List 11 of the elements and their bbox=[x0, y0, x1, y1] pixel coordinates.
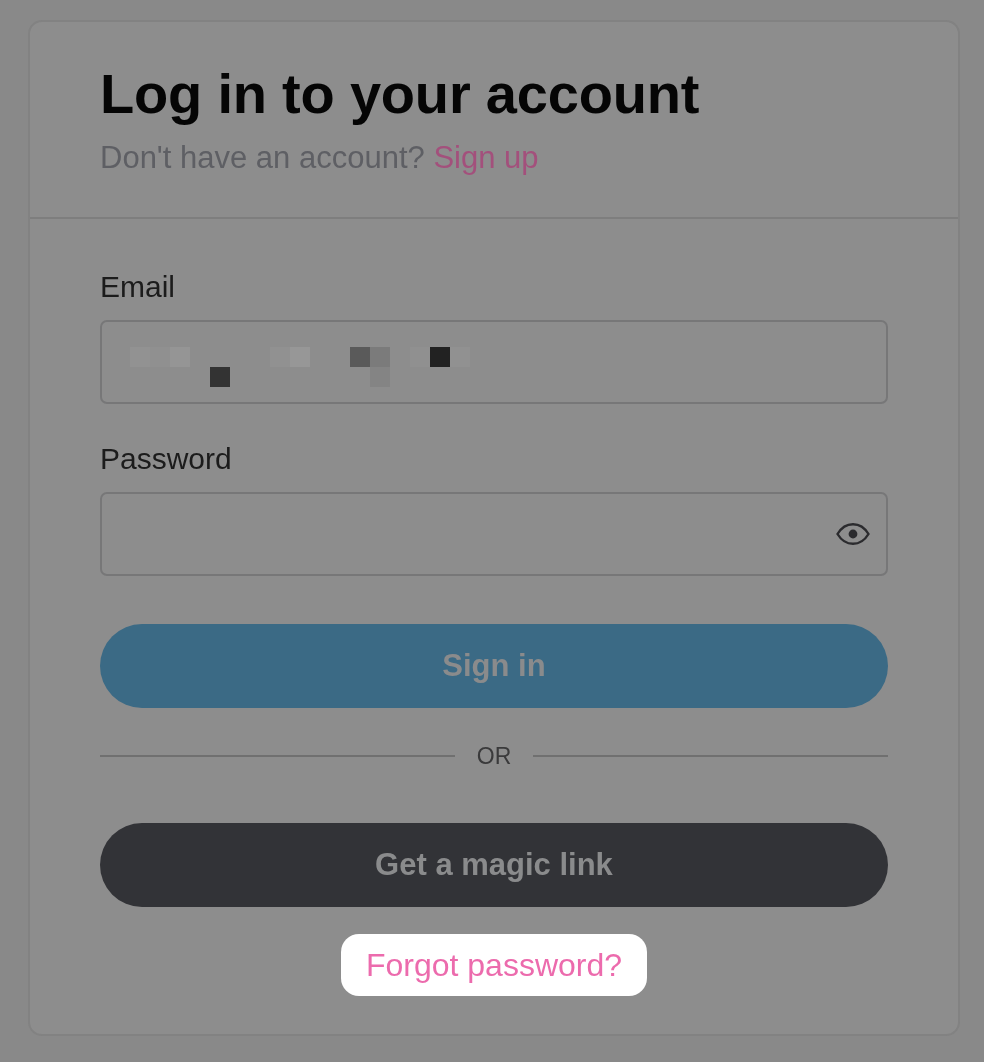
email-field[interactable] bbox=[100, 320, 888, 404]
sign-up-link[interactable]: Sign up bbox=[433, 140, 539, 175]
field-label: Password bbox=[100, 441, 232, 477]
field-label: Email bbox=[100, 269, 175, 305]
password-field[interactable] bbox=[100, 492, 888, 576]
sign-in-button[interactable]: Sign in bbox=[100, 624, 888, 708]
forgot-password-link[interactable]: Forgot password? bbox=[340, 934, 648, 996]
or-separator-text: OR bbox=[476, 743, 512, 769]
eye-icon[interactable] bbox=[836, 523, 870, 545]
magic-link-button[interactable]: Get a magic link bbox=[100, 823, 888, 907]
page-title: Log in to your account bbox=[100, 62, 700, 126]
